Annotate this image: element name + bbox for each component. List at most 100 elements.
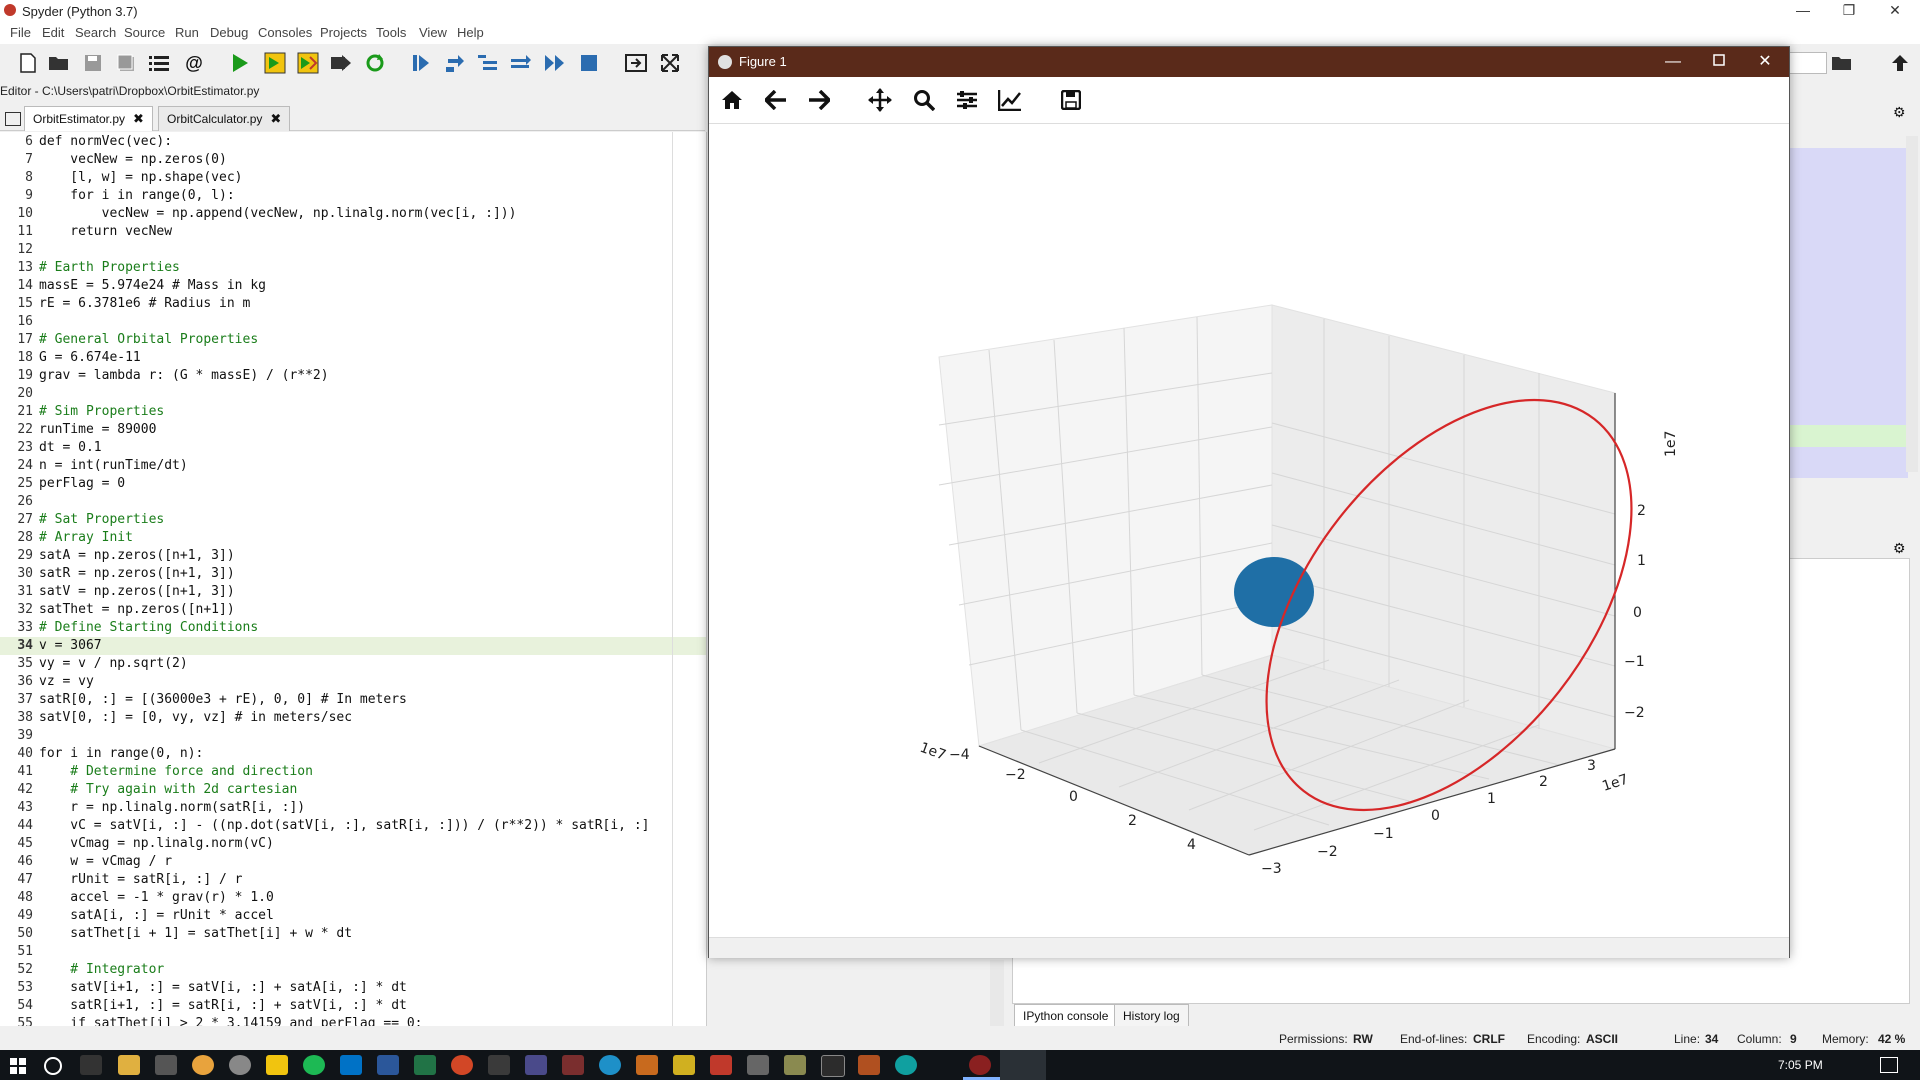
code-line[interactable]: vecNew = np.zeros(0) (39, 152, 227, 167)
excel-icon[interactable] (414, 1055, 436, 1075)
code-line[interactable]: v = 3067 (39, 638, 102, 653)
code-line[interactable]: # Define Starting Conditions (39, 620, 258, 635)
code-line[interactable]: satR[0, :] = [(36000e3 + rE), 0, 0] # In… (39, 692, 407, 707)
code-line[interactable]: dt = 0.1 (39, 440, 102, 455)
chrome-icon[interactable] (192, 1055, 214, 1075)
code-line[interactable]: satA[i, :] = rUnit * accel (39, 908, 274, 923)
tab-ipython-console[interactable]: IPython console (1014, 1004, 1118, 1028)
menu-consoles[interactable]: Consoles (258, 25, 312, 40)
cortana-search-icon[interactable] (44, 1057, 62, 1075)
menu-edit[interactable]: Edit (42, 25, 64, 40)
code-line[interactable]: satA = np.zeros([n+1, 3]) (39, 548, 235, 563)
code-line[interactable]: def normVec(vec): (39, 134, 172, 149)
tab-close-icon[interactable]: ✖ (270, 111, 281, 127)
code-line[interactable]: return vecNew (39, 224, 172, 239)
step-into-icon[interactable] (475, 50, 501, 76)
app-icon-h[interactable] (747, 1055, 769, 1075)
minimize-button[interactable]: — (1786, 0, 1820, 22)
variable-scrollbar[interactable] (1906, 136, 1918, 472)
arduino-icon[interactable] (895, 1055, 917, 1075)
code-line[interactable]: rUnit = satR[i, :] / r (39, 872, 242, 887)
spyder-task-icon[interactable] (969, 1055, 991, 1075)
code-line[interactable]: satThet = np.zeros([n+1]) (39, 602, 235, 617)
tab-close-icon[interactable]: ✖ (133, 111, 144, 127)
run-cell-icon[interactable] (262, 50, 288, 76)
word-icon[interactable] (377, 1055, 399, 1075)
code-line[interactable]: vy = v / np.sqrt(2) (39, 656, 188, 671)
task-view-icon[interactable] (80, 1055, 102, 1075)
rerun-icon[interactable] (362, 50, 388, 76)
editor-scrollbar[interactable] (990, 960, 1004, 1026)
menu-run[interactable]: Run (175, 25, 199, 40)
menu-search[interactable]: Search (75, 25, 116, 40)
folder-browse-icon[interactable] (1829, 50, 1855, 76)
menu-source[interactable]: Source (124, 25, 165, 40)
code-line[interactable]: # Earth Properties (39, 260, 180, 275)
list-icon[interactable] (146, 50, 172, 76)
app-icon-c[interactable] (562, 1055, 584, 1075)
code-line[interactable]: G = 6.674e-11 (39, 350, 141, 365)
sticky-notes-icon[interactable] (266, 1055, 288, 1075)
parent-directory-icon[interactable] (1887, 50, 1913, 76)
code-line[interactable]: # Try again with 2d cartesian (39, 782, 297, 797)
code-line[interactable]: rE = 6.3781e6 # Radius in m (39, 296, 250, 311)
restore-button[interactable]: ❐ (1832, 0, 1866, 22)
menu-tools[interactable]: Tools (376, 25, 406, 40)
code-line[interactable]: satR = np.zeros([n+1, 3]) (39, 566, 235, 581)
app-circle-icon[interactable] (229, 1055, 251, 1075)
save-icon[interactable] (80, 50, 106, 76)
code-line[interactable]: grav = lambda r: (G * massE) / (r**2) (39, 368, 329, 383)
app-icon-i[interactable] (784, 1055, 806, 1075)
variable-selected-row[interactable] (1788, 425, 1908, 447)
debug-icon[interactable] (408, 50, 434, 76)
code-line[interactable]: vz = vy (39, 674, 94, 689)
app-icon-f[interactable] (673, 1055, 695, 1075)
app-icon-j[interactable] (858, 1055, 880, 1075)
code-line[interactable]: satV[i+1, :] = satV[i, :] + satA[i, :] *… (39, 980, 407, 995)
code-line[interactable]: satV = np.zeros([n+1, 3]) (39, 584, 235, 599)
gear-icon[interactable]: ⚙ (1893, 104, 1906, 121)
code-line[interactable]: # General Orbital Properties (39, 332, 258, 347)
figure-maximize-button[interactable] (1697, 47, 1741, 77)
app-icon-g[interactable] (710, 1055, 732, 1075)
file-explorer-icon[interactable] (118, 1055, 140, 1075)
code-line[interactable]: # Integrator (39, 962, 164, 977)
app-icon-e[interactable] (636, 1055, 658, 1075)
app-icon-a[interactable] (488, 1055, 510, 1075)
step-return-icon[interactable] (508, 50, 534, 76)
at-icon[interactable]: @ (181, 50, 207, 76)
figure-window[interactable]: Figure 1 — ✕ 2 1 0 −1 −2 1e7 −4 −2 0 2 4… (708, 46, 1790, 958)
home-icon[interactable] (719, 87, 745, 113)
pan-icon[interactable] (867, 87, 893, 113)
code-line[interactable]: [l, w] = np.shape(vec) (39, 170, 242, 185)
powerpoint-icon[interactable] (451, 1055, 473, 1075)
back-icon[interactable] (763, 87, 789, 113)
menu-projects[interactable]: Projects (320, 25, 367, 40)
maximize-pane-icon[interactable] (623, 50, 649, 76)
tab-orbitcalculator[interactable]: OrbitCalculator.py ✖ (158, 106, 291, 131)
new-file-icon[interactable] (15, 50, 41, 76)
code-line[interactable]: satR[i+1, :] = satR[i, :] + satV[i, :] *… (39, 998, 407, 1013)
code-line[interactable]: massE = 5.974e24 # Mass in kg (39, 278, 266, 293)
calculator-icon[interactable] (155, 1055, 177, 1075)
close-button[interactable]: ✕ (1878, 0, 1912, 22)
forward-icon[interactable] (806, 87, 832, 113)
run-cell-advance-icon[interactable] (295, 50, 321, 76)
configure-subplots-icon[interactable] (954, 87, 980, 113)
outlook-icon[interactable] (340, 1055, 362, 1075)
code-line[interactable]: # Determine force and direction (39, 764, 313, 779)
run-icon[interactable] (227, 50, 253, 76)
code-line[interactable]: for i in range(0, l): (39, 188, 234, 203)
tab-history-log[interactable]: History log (1114, 1004, 1189, 1028)
code-line[interactable]: perFlag = 0 (39, 476, 125, 491)
windows-start-icon[interactable] (10, 1058, 26, 1074)
menu-view[interactable]: View (419, 25, 447, 40)
spotify-icon[interactable] (303, 1055, 325, 1075)
step-icon[interactable] (442, 50, 468, 76)
code-line[interactable]: # Array Init (39, 530, 133, 545)
code-line[interactable]: vCmag = np.linalg.norm(vC) (39, 836, 274, 851)
menu-debug[interactable]: Debug (210, 25, 248, 40)
fullscreen-icon[interactable] (657, 50, 683, 76)
code-line[interactable]: satV[0, :] = [0, vy, vz] # in meters/sec (39, 710, 352, 725)
code-editor[interactable]: 6 def normVec(vec): 7 vecNew = np.zeros(0)… (0, 132, 707, 1031)
